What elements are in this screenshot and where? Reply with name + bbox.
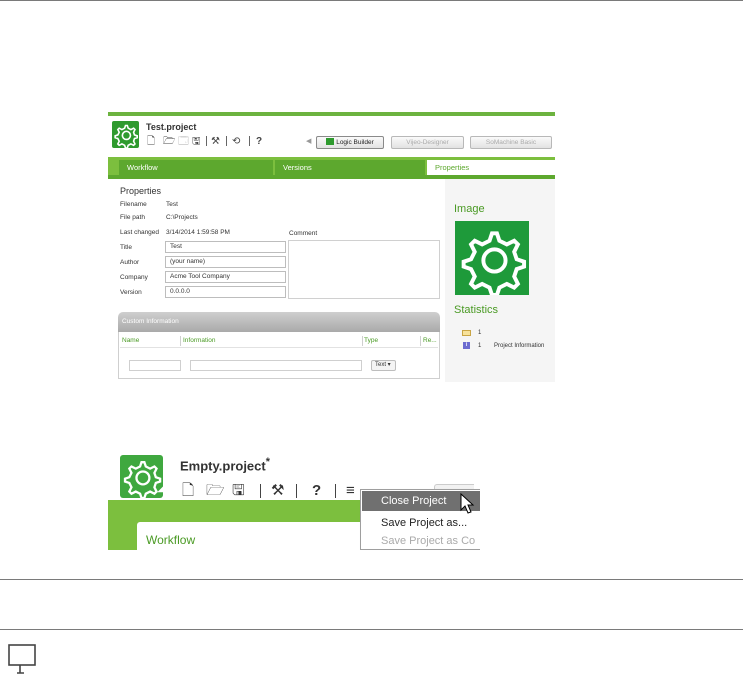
section-divider xyxy=(0,629,743,630)
section-divider xyxy=(0,579,743,580)
logic-builder-button[interactable]: Logic Builder xyxy=(316,136,384,149)
type-select[interactable]: Text ▾ xyxy=(371,360,396,371)
toolbar-separator xyxy=(260,484,261,498)
project-filename: Empty.project* xyxy=(180,456,270,473)
menu-item-close-project[interactable]: Close Project xyxy=(381,495,446,507)
project-properties-screenshot: Test.project 🗋 🗁 🗔 🖫 ⚒ ⟲ ? ◀ Logic Build… xyxy=(108,112,555,382)
left-arrow-icon: ◀ xyxy=(306,138,312,145)
column-name[interactable]: Name xyxy=(122,337,139,344)
open-folder-icon[interactable]: 🗁 xyxy=(206,483,225,499)
project-information-label: Project Information xyxy=(494,343,545,349)
folder-count: 1 xyxy=(478,330,482,336)
top-accent-line xyxy=(108,112,555,116)
menu-icon[interactable]: ≡ xyxy=(346,483,355,499)
app-logo[interactable] xyxy=(112,121,139,148)
tab-versions[interactable]: Versions xyxy=(275,160,425,176)
new-file-icon[interactable]: 🗋 xyxy=(182,483,194,499)
vijeo-designer-button[interactable]: Vijeo-Designer xyxy=(391,136,464,149)
column-separator xyxy=(180,336,181,346)
tools-icon[interactable]: ⚒ xyxy=(271,483,284,499)
modified-marker: * xyxy=(265,456,270,468)
save-icon[interactable]: 🖫 xyxy=(192,136,201,148)
project-image[interactable] xyxy=(455,221,529,295)
version-label: Version xyxy=(120,289,142,296)
properties-heading: Properties xyxy=(120,186,162,196)
column-type[interactable]: Type xyxy=(364,337,378,344)
image-heading: Image xyxy=(454,203,485,215)
lastchanged-value: 3/14/2014 1:59:58 PM xyxy=(166,229,230,236)
folder-icon xyxy=(462,330,471,336)
somachine-basic-label: SoMachine Basic xyxy=(485,139,537,146)
app-logo[interactable] xyxy=(120,455,163,498)
company-label: Company xyxy=(120,274,148,281)
new-file-icon[interactable]: 🗋 xyxy=(147,136,155,148)
logic-builder-label: Logic Builder xyxy=(336,139,374,146)
menu-item-save-project-as[interactable]: Save Project as... xyxy=(381,517,467,529)
filename-text: Empty.project xyxy=(180,458,266,474)
tab-workflow-label: Workflow xyxy=(146,533,196,547)
title-field[interactable]: Test xyxy=(165,241,286,253)
toolbar-separator xyxy=(249,136,250,146)
toolbar-separator xyxy=(335,484,336,498)
filename-label: Filename xyxy=(120,201,147,208)
tools-icon[interactable]: ⚒ xyxy=(211,136,220,148)
comment-label: Comment xyxy=(289,230,318,237)
column-separator xyxy=(420,336,421,346)
open-folder-icon[interactable]: 🗁 xyxy=(163,136,175,148)
top-divider xyxy=(0,0,743,1)
company-field[interactable]: Acme Tool Company xyxy=(165,271,286,283)
logic-builder-icon xyxy=(326,138,335,145)
close-icon[interactable]: 🗔 xyxy=(178,136,189,148)
monitor-note-icon xyxy=(8,644,36,674)
column-separator xyxy=(362,336,363,346)
lastchanged-label: Last changed xyxy=(120,229,160,236)
toolbar-separator xyxy=(226,136,227,146)
author-label: Author xyxy=(120,259,140,266)
column-information[interactable]: Information xyxy=(183,337,216,344)
column-required[interactable]: Re... xyxy=(423,337,437,344)
title-label: Title xyxy=(120,244,133,251)
gear-icon xyxy=(114,124,139,148)
save-icon[interactable]: 🖫 xyxy=(232,483,245,499)
project-filename: Test.project xyxy=(146,122,197,132)
filepath-value: C:\Projects xyxy=(166,214,198,221)
tab-workflow[interactable]: Workflow xyxy=(119,160,273,176)
vijeo-designer-label: Vijeo-Designer xyxy=(406,139,449,146)
toolbar-separator xyxy=(296,484,297,498)
author-field[interactable]: (your name) xyxy=(165,256,286,268)
mouse-cursor-icon xyxy=(460,493,475,514)
filename-value: Test xyxy=(166,201,178,208)
help-icon[interactable]: ? xyxy=(312,483,321,499)
gear-icon xyxy=(123,461,163,498)
custom-information-input[interactable] xyxy=(190,360,362,371)
statistics-heading: Statistics xyxy=(454,304,499,316)
refresh-icon[interactable]: ⟲ xyxy=(232,136,240,148)
somachine-basic-button[interactable]: SoMachine Basic xyxy=(470,136,552,149)
toolbar-separator xyxy=(206,136,207,146)
custom-information-header[interactable]: Custom Information xyxy=(118,312,440,332)
custom-information-table xyxy=(118,332,440,379)
info-count: 1 xyxy=(478,343,482,349)
filepath-label: File path xyxy=(120,214,145,221)
header-divider xyxy=(120,347,438,348)
menu-item-save-project-as-copy: Save Project as Co xyxy=(381,535,476,547)
info-icon: i xyxy=(463,342,470,349)
project-menu-screenshot: Empty.project* 🗋 🗁 🖫 ⚒ ? ≡ Workflow Clos… xyxy=(108,440,480,550)
tab-properties[interactable]: Properties xyxy=(427,160,555,176)
gear-icon xyxy=(461,231,527,295)
help-icon[interactable]: ? xyxy=(256,136,262,148)
version-field[interactable]: 0.0.0.0 xyxy=(165,286,286,298)
comment-field[interactable] xyxy=(288,240,440,299)
custom-name-input[interactable] xyxy=(129,360,181,371)
